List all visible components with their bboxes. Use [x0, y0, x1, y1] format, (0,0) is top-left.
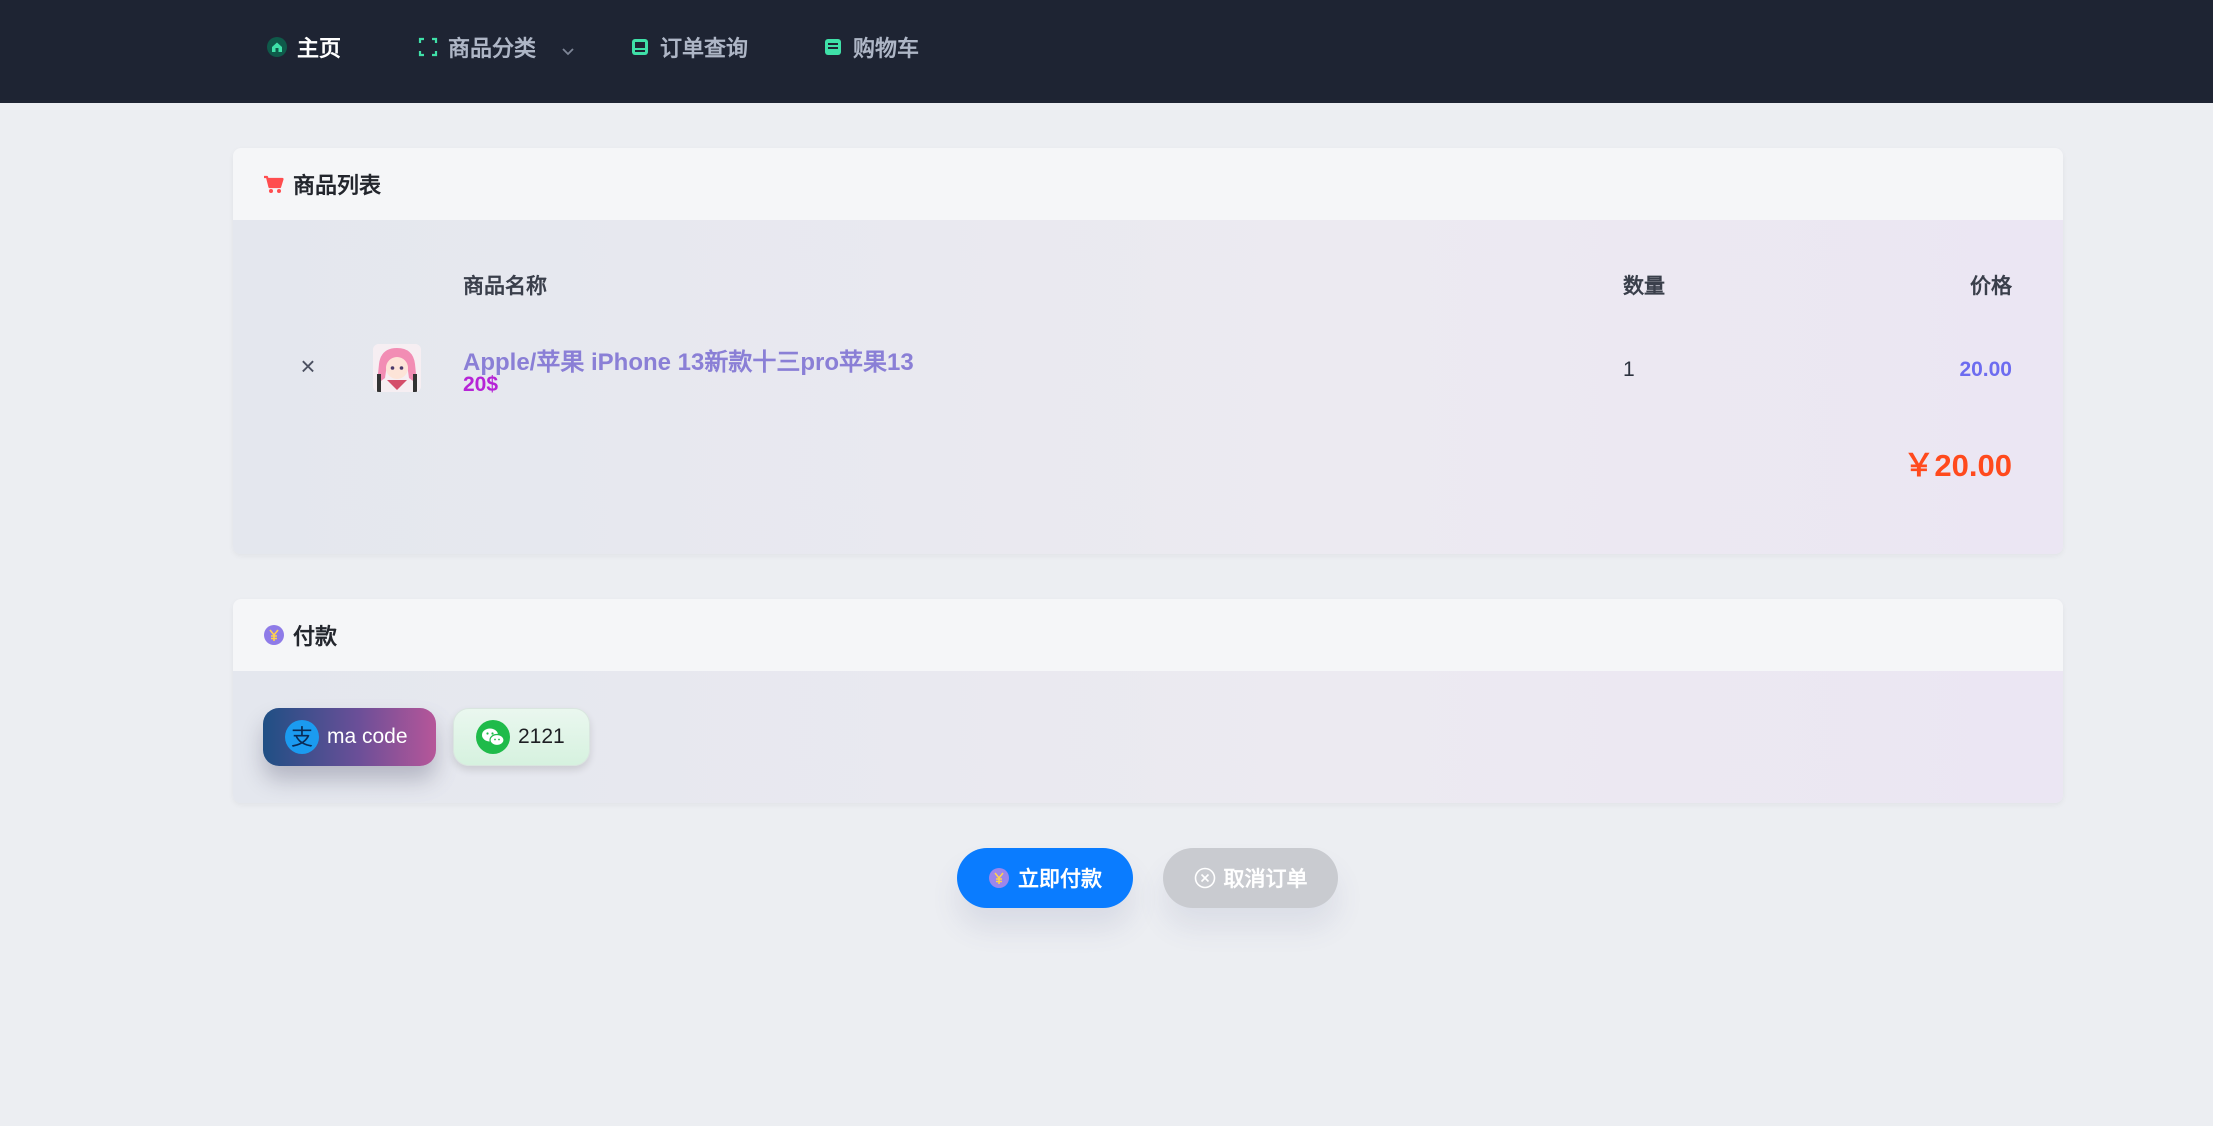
top-navigation: 主页 商品分类 订单查询 购物车 — [0, 0, 2213, 103]
chevron-down-icon — [560, 39, 576, 55]
pay-now-button[interactable]: 立即付款 — [957, 848, 1133, 908]
pay-method-wechat[interactable]: 2121 — [453, 708, 590, 766]
nav-home[interactable]: 主页 — [267, 0, 341, 93]
pay-now-label: 立即付款 — [1018, 868, 1102, 891]
payment-card: 付款 — [233, 599, 2063, 803]
wechat-icon — [476, 720, 510, 754]
yuan-coin-icon — [263, 624, 285, 646]
remove-item-button[interactable]: × — [297, 353, 319, 379]
cancel-order-button[interactable]: 取消订单 — [1163, 848, 1338, 908]
nav-category[interactable]: 商品分类 — [418, 0, 576, 93]
close-circle-icon — [1194, 867, 1216, 889]
payment-title: 付款 — [293, 624, 338, 649]
product-list-title: 商品列表 — [293, 173, 382, 198]
nav-category-label: 商品分类 — [448, 35, 537, 61]
order-total: ￥20.00 — [1903, 448, 2012, 483]
pay-method-wechat-label: 2121 — [518, 725, 565, 748]
pay-method-alipay[interactable]: 支 ma code — [263, 708, 436, 766]
nav-home-label: 主页 — [297, 35, 342, 61]
category-icon — [418, 37, 438, 57]
product-thumbnail — [373, 344, 421, 392]
product-list-header: 商品列表 — [233, 148, 2063, 220]
product-unit-price: 20$ — [463, 373, 499, 396]
pay-method-alipay-label: ma code — [327, 725, 408, 748]
nav-order-query[interactable]: 订单查询 — [630, 0, 748, 93]
nav-cart[interactable]: 购物车 — [823, 0, 919, 93]
column-header-name: 商品名称 — [463, 275, 547, 298]
product-row-price: 20.00 — [1959, 358, 2012, 381]
yuan-coin-icon — [988, 867, 1010, 889]
cancel-order-label: 取消订单 — [1223, 868, 1308, 891]
nav-cart-label: 购物车 — [853, 35, 920, 61]
svg-text:支: 支 — [291, 726, 313, 751]
alipay-icon: 支 — [285, 720, 319, 754]
home-icon — [267, 36, 287, 57]
product-quantity: 1 — [1623, 358, 1635, 381]
product-name-link[interactable]: Apple/苹果 iPhone 13新款十三pro苹果13 — [463, 342, 914, 377]
nav-order-query-label: 订单查询 — [660, 35, 749, 61]
column-header-price: 价格 — [1970, 275, 2012, 298]
shopping-cart-icon — [263, 173, 285, 195]
column-header-quantity: 数量 — [1623, 275, 1665, 298]
order-icon — [630, 37, 650, 57]
cart-list-icon — [823, 37, 843, 57]
payment-header: 付款 — [233, 599, 2063, 671]
